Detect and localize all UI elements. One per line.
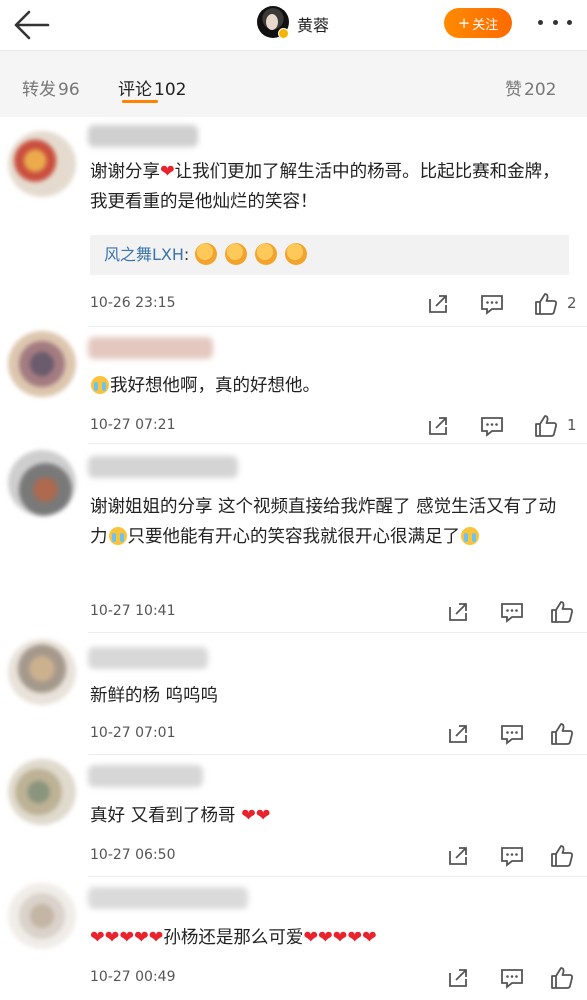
comment-item: 我好想他啊，真的好想他。 10-27 07:21 1 [0, 327, 587, 444]
username-redacted[interactable] [88, 887, 248, 909]
tab-comment-label: 评论 [118, 80, 152, 100]
reply-preview[interactable]: 风之舞LXH: [90, 235, 569, 275]
share-icon[interactable] [445, 843, 471, 869]
reply-separator: : [183, 245, 190, 264]
red-heart-emoji: ❤❤❤❤❤ [303, 928, 377, 948]
avatar[interactable] [8, 450, 76, 516]
thumbs-up-icon[interactable] [533, 291, 559, 317]
tab-repost[interactable]: 转发 96 [22, 75, 80, 100]
username-redacted[interactable] [88, 125, 198, 147]
comment-text: 我好想他啊，真的好想他。 [90, 371, 567, 401]
share-icon[interactable] [425, 413, 451, 439]
comment-text: 真好 又看到了杨哥 ❤❤ [90, 801, 567, 831]
username-redacted[interactable] [88, 647, 208, 669]
tab-comment-count: 102 [154, 80, 187, 100]
thumbs-up-icon[interactable] [549, 599, 575, 625]
username-redacted[interactable] [88, 765, 203, 787]
back-arrow-icon[interactable] [12, 7, 52, 43]
tab-comment[interactable]: 评论 102 [118, 75, 186, 100]
comment-text-part: 只要他能有开心的笑容我就很开心很满足了 [127, 527, 461, 547]
comment-actions: 1 [407, 413, 587, 439]
thumbs-up-emoji [255, 243, 278, 265]
comment-icon[interactable] [479, 291, 505, 317]
tab-strip: 转发 96 评论 102 赞 202 [0, 51, 587, 117]
comment-timestamp: 10-26 23:15 [90, 295, 176, 311]
comment-timestamp: 10-27 07:21 [90, 417, 176, 433]
author-name[interactable]: 黄蓉 [297, 12, 329, 36]
comment-timestamp: 10-27 07:01 [90, 725, 176, 741]
comment-text-part: 我好想他啊，真的好想他。 [110, 376, 320, 396]
comment-actions: 2 [407, 291, 587, 317]
like-count: 1 [567, 416, 577, 434]
follow-button-label: 关注 [472, 17, 499, 33]
tab-like[interactable]: 赞 202 [505, 75, 556, 100]
avatar[interactable] [8, 131, 76, 197]
red-heart-emoji: ❤❤❤❤❤ [90, 928, 164, 948]
avatar[interactable] [8, 759, 76, 825]
avatar[interactable] [8, 331, 76, 397]
comment-timestamp: 10-27 10:41 [90, 603, 176, 619]
comment-text: 谢谢分享❤让我们更加了解生活中的杨哥。比起比赛和金牌，我更看重的是他灿烂的笑容！ [90, 157, 567, 217]
tab-repost-label: 转发 [22, 80, 56, 100]
comment-actions [427, 843, 587, 869]
thumbs-up-icon[interactable] [549, 721, 575, 747]
comment-icon[interactable] [499, 721, 525, 747]
follow-button[interactable]: + 关注 [444, 8, 512, 38]
username-redacted[interactable] [88, 456, 238, 478]
comment-text: 新鲜的杨 呜呜呜 [90, 681, 567, 711]
comment-item: 真好 又看到了杨哥 ❤❤ 10-27 06:50 [0, 755, 587, 877]
share-icon[interactable] [445, 965, 471, 991]
share-icon[interactable] [445, 721, 471, 747]
comment-text-part: 真好 又看到了杨哥 [90, 806, 242, 826]
comment-icon[interactable] [499, 843, 525, 869]
avatar[interactable] [8, 639, 76, 705]
crying-face-emoji [108, 527, 127, 545]
comment-text: ❤❤❤❤❤孙杨还是那么可爱❤❤❤❤❤ [90, 923, 567, 953]
crying-face-emoji [91, 376, 109, 394]
thumbs-up-icon[interactable] [549, 843, 575, 869]
tab-like-label: 赞 [505, 80, 522, 100]
comment-text-part: 谢谢分享 [90, 162, 160, 182]
share-icon[interactable] [425, 291, 451, 317]
comment-actions [427, 721, 587, 747]
comment-text-part: 孙杨还是那么可爱 [163, 928, 304, 948]
reply-username[interactable]: 风之舞LXH [104, 245, 184, 264]
vip-badge-icon [278, 28, 289, 39]
thumbs-up-emoji [195, 243, 218, 265]
more-dots-icon[interactable] [538, 14, 572, 30]
top-navigation-bar: 黄蓉 + 关注 [0, 0, 587, 50]
author-avatar-face [266, 14, 278, 30]
comment-text-part: 新鲜的杨 呜呜呜 [90, 686, 219, 706]
tab-repost-count: 96 [58, 80, 80, 100]
comment-item: 新鲜的杨 呜呜呜 10-27 07:01 [0, 633, 587, 755]
share-icon[interactable] [445, 599, 471, 625]
plus-icon: + [457, 14, 471, 32]
red-heart-emoji: ❤❤ [241, 806, 271, 826]
comment-item: ❤❤❤❤❤孙杨还是那么可爱❤❤❤❤❤ 10-27 00:49 [0, 877, 587, 1000]
thumbs-up-emoji [285, 243, 308, 265]
comment-icon[interactable] [499, 965, 525, 991]
comment-text: 谢谢姐姐的分享 这个视频直接给我炸醒了 感觉生活又有了动力 只要他能有开心的笑容我… [90, 492, 567, 552]
username-redacted[interactable] [88, 337, 213, 359]
active-tab-indicator [122, 100, 158, 103]
comment-icon[interactable] [479, 413, 505, 439]
thumbs-up-icon[interactable] [533, 413, 559, 439]
comment-item: 谢谢分享❤让我们更加了解生活中的杨哥。比起比赛和金牌，我更看重的是他灿烂的笑容！… [0, 117, 587, 327]
comment-item: 谢谢姐姐的分享 这个视频直接给我炸醒了 感觉生活又有了动力 只要他能有开心的笑容我… [0, 444, 587, 633]
like-count: 2 [567, 294, 577, 312]
comment-actions [427, 965, 587, 991]
comment-icon[interactable] [499, 599, 525, 625]
comment-timestamp: 10-27 00:49 [90, 969, 176, 985]
tab-like-count: 202 [524, 80, 557, 100]
avatar[interactable] [8, 883, 76, 949]
comment-actions [427, 599, 587, 625]
thumbs-up-emoji [225, 243, 248, 265]
crying-face-emoji [461, 527, 479, 545]
comment-timestamp: 10-27 06:50 [90, 847, 176, 863]
red-heart-emoji: ❤ [160, 162, 175, 182]
thumbs-up-icon[interactable] [549, 965, 575, 991]
